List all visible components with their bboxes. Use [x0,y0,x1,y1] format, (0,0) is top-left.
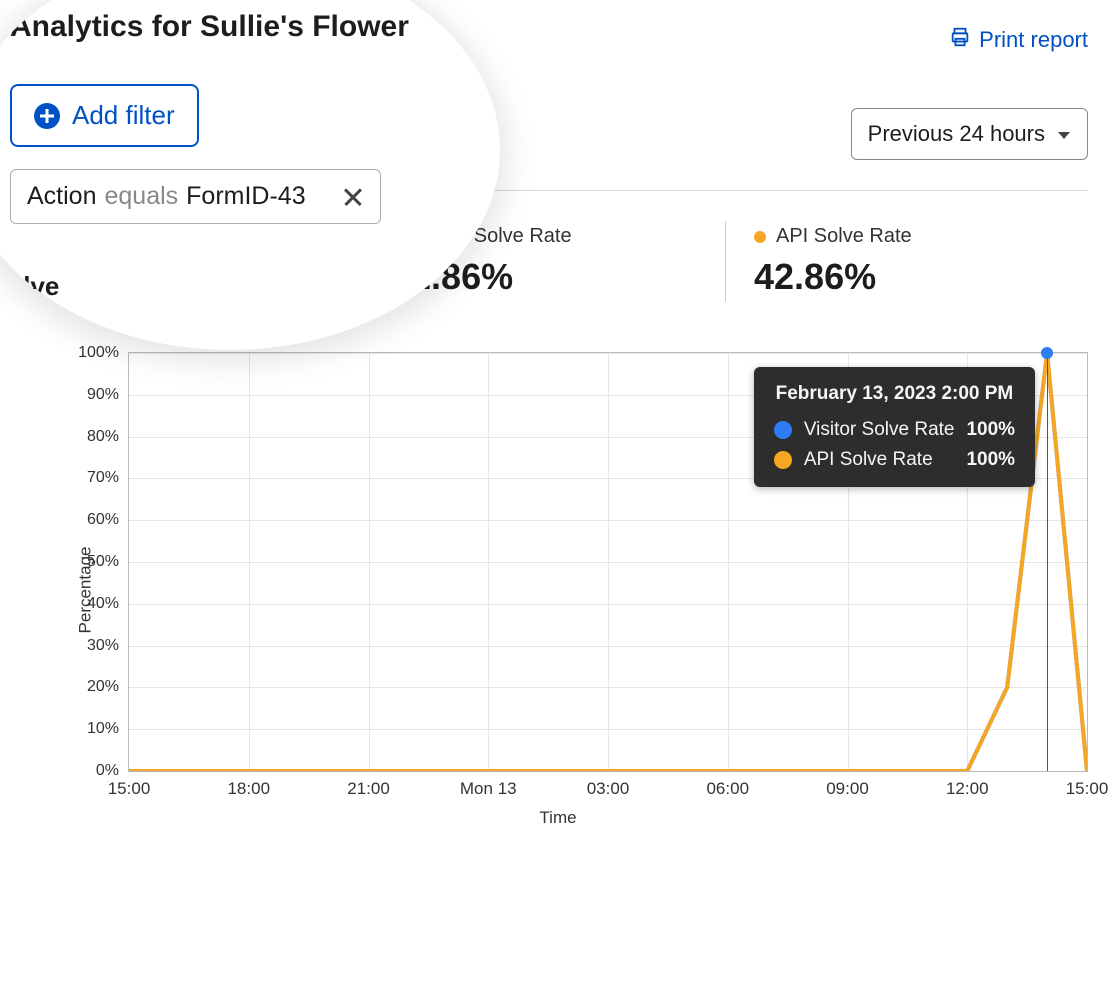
y-tick: 60% [87,511,129,529]
stat-value: 42.86% [754,256,1060,298]
y-tick: 10% [87,720,129,738]
x-tick: 12:00 [946,771,989,799]
printer-icon [949,26,971,54]
tooltip-label: API Solve Rate [804,449,933,471]
y-tick: 70% [87,469,129,487]
chart-plot-area[interactable]: 0%10%20%30%40%50%60%70%80%90%100%15:0018… [128,352,1088,772]
tooltip-value: 100% [966,419,1015,441]
x-tick: 06:00 [706,771,749,799]
tooltip-label: Visitor Solve Rate [804,419,955,441]
tooltip-row: API Solve Rate 100% [774,449,1015,471]
time-range-select[interactable]: Previous 24 hours [851,108,1088,160]
plus-circle-icon [34,103,60,129]
tooltip-row: Visitor Solve Rate 100% [774,419,1015,441]
close-icon[interactable] [342,186,364,208]
chevron-down-icon [1057,121,1071,147]
filter-chip-magnified[interactable]: Action equals FormID-43 [10,169,381,224]
solve-rate-chart: Percentage 0%10%20%30%40%50%60%70%80%90%… [28,352,1088,828]
y-tick: 30% [87,637,129,655]
print-report-label: Print report [979,27,1088,53]
page-title-magnified: Analytics for Sullie's Flower [10,10,450,44]
chart-tooltip: February 13, 2023 2:00 PM Visitor Solve R… [754,367,1035,487]
y-tick: 40% [87,595,129,613]
section-label-magnified: Solve [0,271,59,302]
tooltip-value: 100% [966,449,1015,471]
print-report-link[interactable]: Print report [949,26,1088,54]
tooltip-title: February 13, 2023 2:00 PM [774,383,1015,405]
x-tick: 09:00 [826,771,869,799]
y-tick: 90% [87,386,129,404]
add-filter-button-magnified[interactable]: Add filter [10,84,199,147]
legend-dot-icon [774,451,792,469]
time-range-label: Previous 24 hours [868,121,1045,147]
x-tick: 21:00 [347,771,390,799]
legend-dot-icon [774,421,792,439]
x-tick: 03:00 [587,771,630,799]
filter-field: Action [27,182,96,211]
legend-dot-icon [754,231,766,243]
filter-operator: equals [104,182,178,211]
add-filter-label: Add filter [72,100,175,131]
hover-point-icon [1041,347,1053,359]
x-tick: 18:00 [227,771,270,799]
hover-guide-line [1047,353,1048,771]
x-tick: Mon 13 [460,771,517,799]
y-tick: 100% [78,344,129,362]
y-tick: 80% [87,428,129,446]
stat-api-solve-rate: API Solve Rate 42.86% [725,221,1088,302]
filter-value: FormID-43 [186,182,305,211]
y-tick: 50% [87,553,129,571]
stat-label: API Solve Rate [776,225,912,248]
x-tick: 15:00 [108,771,151,799]
x-axis-label: Time [28,808,1088,828]
x-tick: 15:00 [1066,771,1109,799]
y-tick: 20% [87,678,129,696]
